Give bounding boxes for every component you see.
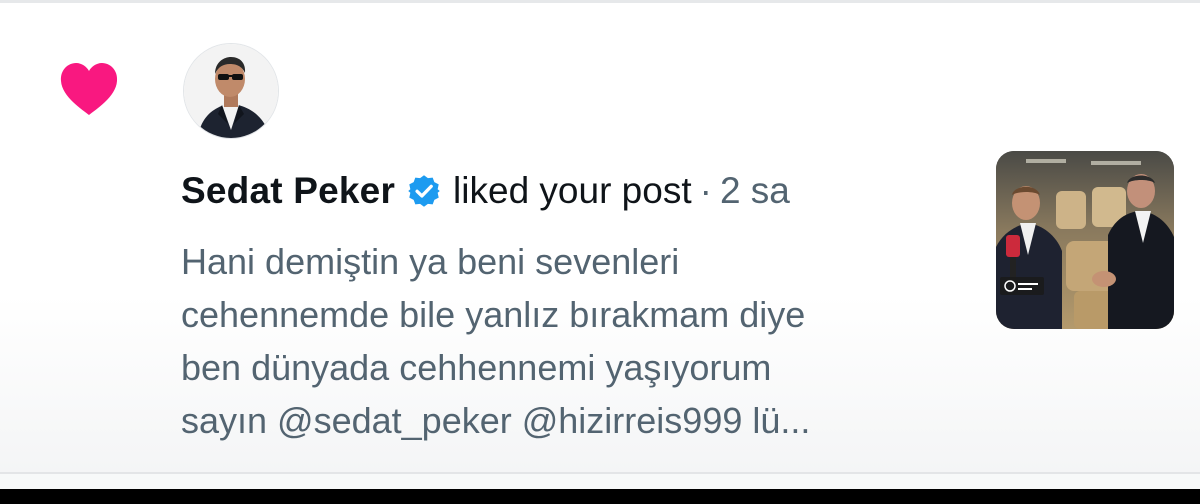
post-text-preview[interactable]: Hani demiştin ya beni sevenleri cehennem… bbox=[181, 235, 971, 447]
post-text-line: Hani demiştin ya beni sevenleri bbox=[181, 241, 680, 282]
separator-dot: · bbox=[699, 170, 712, 211]
notification-header: Sedat Peker liked your post · 2 sa bbox=[181, 169, 790, 213]
bottom-edge bbox=[0, 489, 1200, 504]
avatar[interactable] bbox=[184, 44, 278, 138]
verified-badge-icon bbox=[408, 175, 440, 207]
avatar-photo bbox=[184, 44, 278, 138]
post-media-thumbnail[interactable] bbox=[996, 151, 1174, 329]
bottom-divider bbox=[0, 472, 1200, 474]
post-text-line: sayın @sedat_peker @hizirreis999 lü... bbox=[181, 400, 811, 441]
user-name[interactable]: Sedat Peker bbox=[181, 169, 395, 213]
thumbnail-image bbox=[996, 151, 1174, 329]
timestamp: 2 sa bbox=[719, 170, 790, 211]
post-text-line: cehennemde bile yanlız bırakmam diye bbox=[181, 294, 806, 335]
action-text: liked your post bbox=[453, 170, 692, 211]
heart-icon bbox=[60, 63, 118, 115]
post-text-line: ben dünyada cehhennemi yaşıyorum bbox=[181, 347, 772, 388]
like-notification[interactable]: Sedat Peker liked your post · 2 sa Hani … bbox=[0, 3, 1200, 474]
